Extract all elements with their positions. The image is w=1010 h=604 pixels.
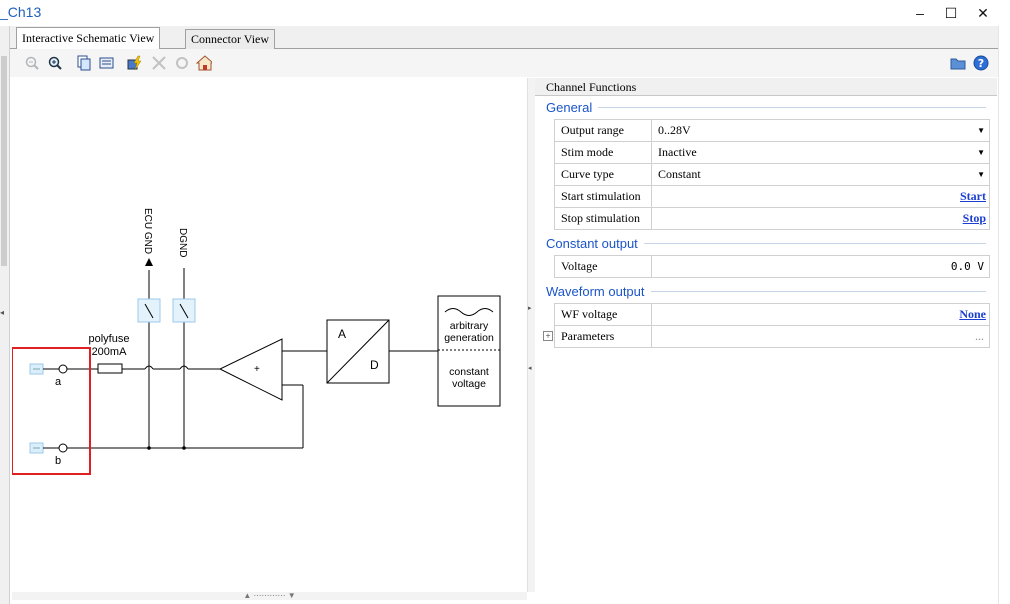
reset-icon[interactable] (174, 55, 190, 71)
panel-header: Channel Functions (535, 78, 997, 96)
copy-icon[interactable] (76, 55, 92, 71)
adc-d-label: D (370, 358, 379, 372)
stim-mode-select[interactable]: Inactive (653, 142, 989, 163)
generation-label: generation (444, 332, 494, 344)
channel-functions-panel: Channel Functions General Output range 0… (535, 78, 997, 598)
constant-output-grid: Voltage 0.0 V (554, 255, 990, 278)
chevron-down-icon[interactable]: ▼ (977, 164, 985, 185)
parameters-value[interactable]: ... (975, 326, 984, 347)
highlight-box (12, 347, 91, 475)
select-value: Constant (658, 167, 701, 181)
window-title: _Ch13 (0, 4, 42, 20)
pin-b-label: b (55, 455, 61, 467)
home-icon[interactable] (196, 55, 212, 71)
expand-icon[interactable]: + (543, 331, 553, 341)
toolbar: ? (10, 49, 1000, 77)
row-stop-stimulation: Stop stimulation Stop (554, 208, 990, 230)
scrollbar-thumb[interactable] (1, 56, 7, 266)
row-label: Stim mode (555, 142, 652, 163)
section-constant-output-title: Constant output (546, 236, 638, 251)
output-range-select[interactable]: 0..28V (653, 120, 989, 141)
title-bar: _Ch13 – ☐ ✕ (0, 0, 1010, 26)
pin-a-label: a (55, 376, 62, 388)
collapse-right-icon[interactable]: ▸ (528, 304, 532, 312)
row-parameters[interactable]: + Parameters ... (543, 326, 990, 348)
zoom-out-icon[interactable] (24, 55, 40, 71)
row-wf-voltage: WF voltage None (554, 304, 990, 326)
tab-connector-view[interactable]: Connector View (185, 29, 276, 49)
row-label: Stop stimulation (555, 208, 652, 229)
voltage-label: voltage (452, 378, 486, 390)
properties-icon[interactable] (99, 55, 115, 71)
voltage-value[interactable]: 0.0 V (951, 256, 984, 277)
row-label: Start stimulation (555, 186, 652, 207)
row-label: Parameters (555, 326, 652, 347)
tab-interactive-schematic-view[interactable]: Interactive Schematic View (16, 27, 161, 49)
select-value: Inactive (658, 145, 697, 159)
row-start-stimulation: Start stimulation Start (554, 186, 990, 208)
constant-label: constant (449, 366, 489, 378)
row-curve-type[interactable]: Curve type Constant ▼ (554, 164, 990, 186)
chevron-down-icon[interactable]: ▼ (977, 142, 985, 163)
maximize-button[interactable]: ☐ (936, 0, 966, 26)
svg-text:?: ? (978, 57, 984, 70)
right-scrollbar[interactable] (998, 26, 1010, 604)
section-general-title: General (546, 100, 593, 115)
amplifier-plus-label: + (254, 364, 260, 375)
chevron-down-icon[interactable]: ▼ (977, 120, 985, 141)
help-icon[interactable]: ? (973, 55, 989, 71)
close-button[interactable]: ✕ (968, 0, 998, 26)
section-waveform-output: Waveform output (546, 284, 986, 299)
general-grid: Output range 0..28V ▼ Stim mode Inactive… (554, 119, 990, 230)
curve-type-select[interactable]: Constant (653, 164, 989, 185)
select-value: 0..28V (658, 123, 691, 137)
section-constant-output: Constant output (546, 236, 986, 251)
waveform-output-grid: WF voltage None + Parameters ... (543, 303, 990, 348)
flash-icon[interactable] (127, 55, 143, 71)
none-link[interactable]: None (959, 304, 986, 325)
horizontal-splitter[interactable]: ▲ ⋯⋯⋯⋯ ▼ (12, 592, 527, 600)
row-label: Curve type (555, 164, 652, 185)
folder-icon[interactable] (950, 55, 966, 71)
section-general: General (546, 100, 986, 115)
tab-strip: Interactive Schematic View Connector Vie… (10, 26, 1000, 49)
row-voltage[interactable]: Voltage 0.0 V (554, 256, 990, 278)
row-label: WF voltage (555, 304, 652, 325)
polyfuse-rating-label: 200mA (92, 346, 128, 358)
amplifier-symbol (218, 338, 283, 401)
adc-a-label: A (338, 327, 346, 341)
row-stim-mode[interactable]: Stim mode Inactive ▼ (554, 142, 990, 164)
polyfuse-label: polyfuse (89, 333, 130, 345)
row-label: Output range (555, 120, 652, 141)
collapse-left-icon[interactable]: ◂ (0, 308, 4, 317)
start-link[interactable]: Start (960, 186, 986, 207)
section-waveform-output-title: Waveform output (546, 284, 645, 299)
minimize-button[interactable]: – (905, 0, 935, 26)
row-output-range[interactable]: Output range 0..28V ▼ (554, 120, 990, 142)
ecu-gnd-label: ECU GND (142, 208, 153, 254)
polyfuse-symbol (97, 363, 123, 374)
row-label: Voltage (555, 256, 652, 277)
disconnect-icon[interactable] (151, 55, 167, 71)
zoom-in-icon[interactable] (47, 55, 63, 71)
schematic-canvas[interactable]: ECU GND DGND a b + A D arbitrary generat… (12, 78, 528, 592)
expand-left-icon[interactable]: ◂ (528, 364, 532, 372)
left-scrollbar[interactable]: ◂ (0, 26, 10, 604)
dgnd-label: DGND (177, 228, 188, 257)
stop-link[interactable]: Stop (963, 208, 986, 229)
arbitrary-label: arbitrary (450, 320, 489, 332)
